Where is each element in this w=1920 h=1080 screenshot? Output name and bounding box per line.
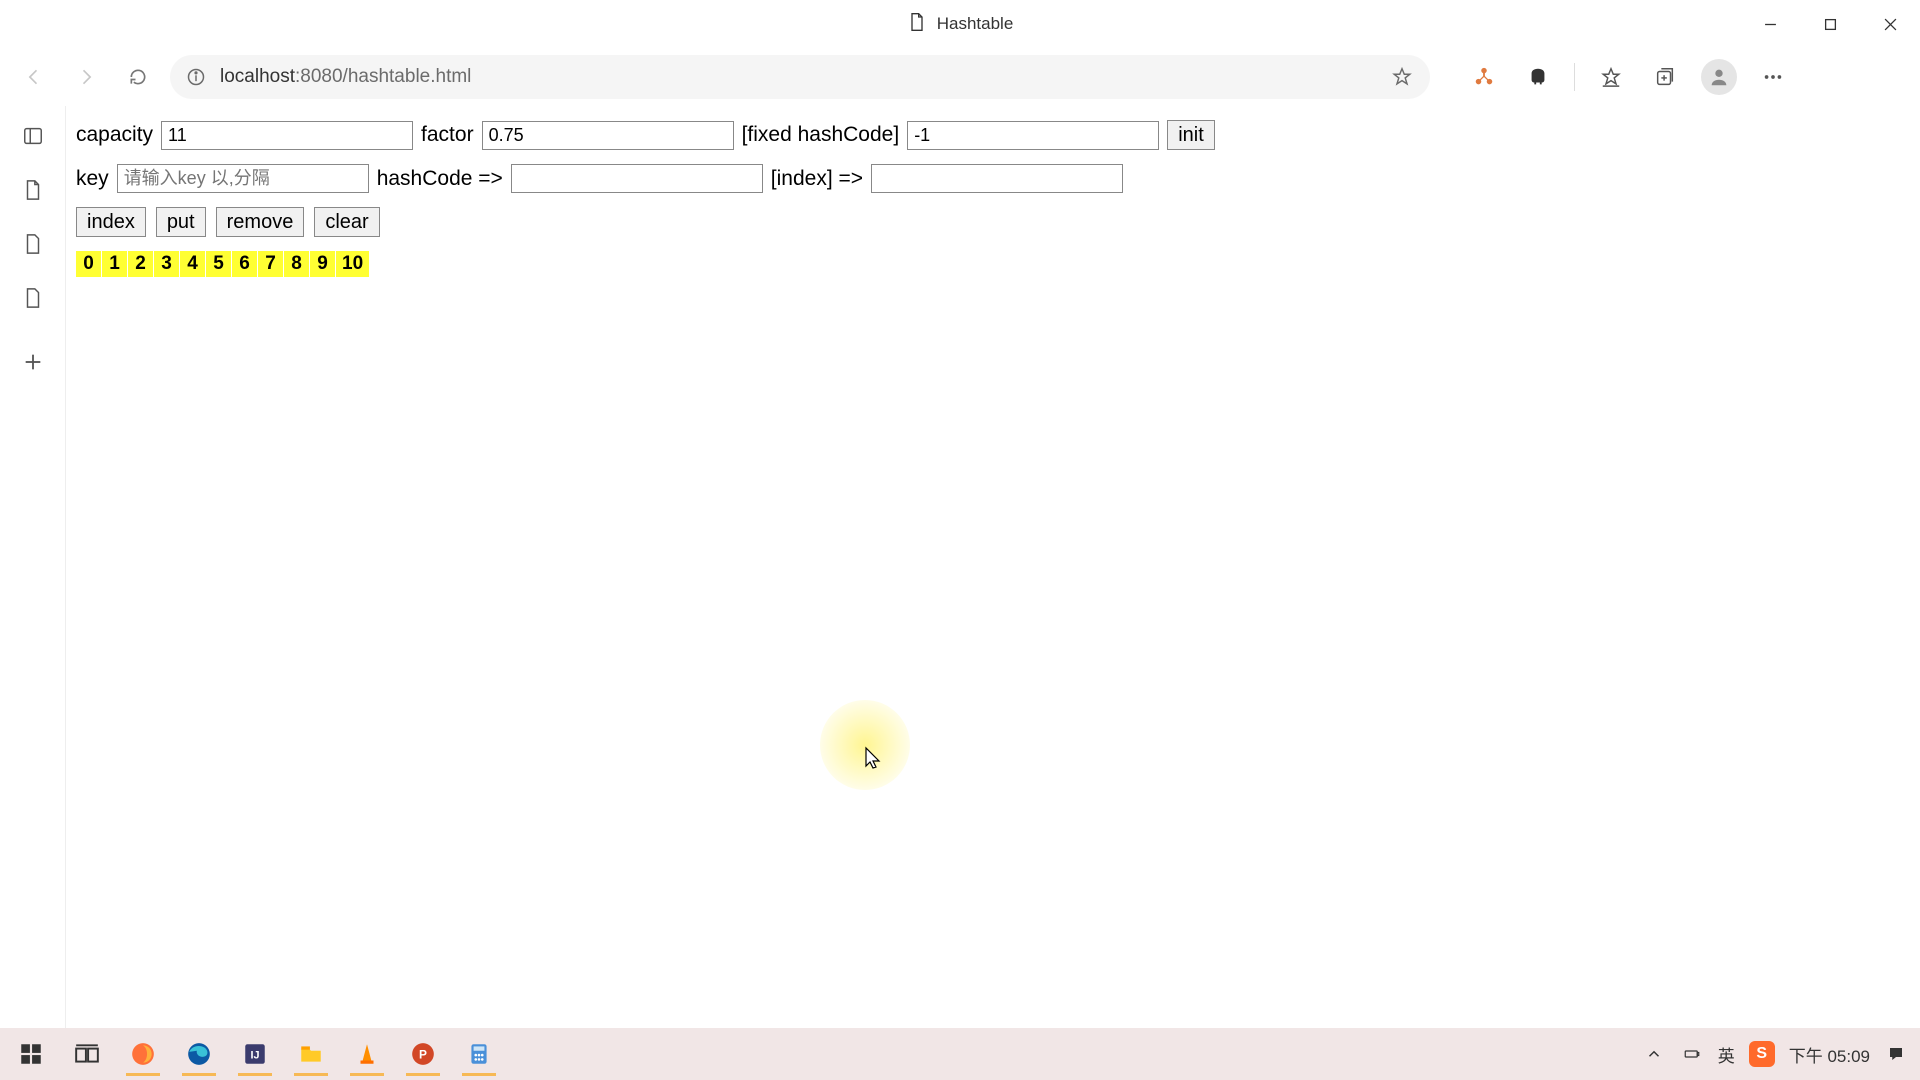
site-info-icon[interactable] (184, 65, 208, 89)
minimize-button[interactable] (1740, 0, 1800, 48)
key-label: key (76, 167, 109, 191)
svg-text:P: P (419, 1047, 427, 1061)
address-bar[interactable]: localhost:8080/hashtable.html (170, 55, 1430, 99)
tray-sogou-icon[interactable]: S (1749, 1041, 1775, 1067)
toolbar-separator (1574, 63, 1575, 91)
back-button[interactable] (14, 57, 54, 97)
clear-button[interactable]: clear (314, 207, 379, 237)
maximize-button[interactable] (1800, 0, 1860, 48)
window-title: Hashtable (937, 14, 1014, 34)
url-path: /hashtable.html (343, 66, 472, 87)
url-port: :8080 (295, 66, 343, 87)
sidebar-document-icon[interactable] (13, 170, 53, 210)
bucket-cell: 8 (284, 251, 310, 277)
browser-toolbar: localhost:8080/hashtable.html (0, 48, 1920, 106)
sidebar-tab-icon-2[interactable] (13, 278, 53, 318)
taskbar-ide-icon[interactable]: IJ (230, 1032, 280, 1076)
index-output-label: [index] => (771, 167, 863, 191)
taskbar-calculator-icon[interactable] (454, 1032, 504, 1076)
url-text: localhost:8080/hashtable.html (220, 66, 1376, 88)
profile-avatar[interactable] (1701, 59, 1737, 95)
collections-icon[interactable] (1647, 59, 1683, 95)
hashcode-output-label: hashCode => (377, 167, 503, 191)
bucket-cell: 5 (206, 251, 232, 277)
tray-clock[interactable]: 下午 05:09 (1789, 1042, 1870, 1067)
sidebar-panel-icon[interactable] (13, 116, 53, 156)
extension-elephant-icon[interactable] (1520, 59, 1556, 95)
svg-text:IJ: IJ (250, 1049, 259, 1061)
factor-label: factor (421, 123, 474, 147)
url-host: localhost (220, 66, 295, 87)
windows-taskbar: IJ P 英 S 下午 05:09 (0, 1028, 1920, 1080)
bucket-row: 0 1 2 3 4 5 6 7 8 9 10 (76, 251, 1910, 277)
capacity-input[interactable] (161, 121, 413, 150)
bucket-cell: 1 (102, 251, 128, 277)
tray-chevron-up-icon[interactable] (1642, 1042, 1666, 1066)
put-button[interactable]: put (156, 207, 206, 237)
window-titlebar: Hashtable (0, 0, 1920, 48)
document-icon (907, 12, 927, 37)
more-menu-icon[interactable] (1755, 59, 1791, 95)
bucket-cell: 6 (232, 251, 258, 277)
close-button[interactable] (1860, 0, 1920, 48)
sidebar-tab-icon[interactable] (13, 224, 53, 264)
bucket-cell: 3 (154, 251, 180, 277)
page-content: capacity factor [fixed hashCode] init ke… (66, 106, 1920, 1028)
extension-tree-icon[interactable] (1466, 59, 1502, 95)
bucket-cell: 4 (180, 251, 206, 277)
system-tray: 英 S 下午 05:09 (1642, 1041, 1914, 1067)
bucket-cell: 2 (128, 251, 154, 277)
index-output[interactable] (871, 164, 1123, 193)
tray-notification-icon[interactable] (1884, 1042, 1908, 1066)
hashcode-output[interactable] (511, 164, 763, 193)
new-tab-button[interactable] (13, 342, 53, 382)
bucket-cell: 9 (310, 251, 336, 277)
init-button[interactable]: init (1167, 120, 1215, 150)
reload-button[interactable] (118, 57, 158, 97)
vertical-tabs-sidebar (0, 106, 66, 1028)
fixed-hashcode-input[interactable] (907, 121, 1159, 150)
forward-button[interactable] (66, 57, 106, 97)
factor-input[interactable] (482, 121, 734, 150)
ime-indicator[interactable]: 英 (1718, 1042, 1735, 1067)
remove-button[interactable]: remove (216, 207, 305, 237)
capacity-label: capacity (76, 123, 153, 147)
taskbar-firefox-icon[interactable] (118, 1032, 168, 1076)
taskbar-vlc-icon[interactable] (342, 1032, 392, 1076)
bucket-cell: 10 (336, 251, 370, 277)
bucket-cell: 0 (76, 251, 102, 277)
tray-battery-icon[interactable] (1680, 1042, 1704, 1066)
key-input[interactable] (117, 164, 369, 193)
taskbar-explorer-icon[interactable] (286, 1032, 336, 1076)
bucket-cell: 7 (258, 251, 284, 277)
favorite-star-icon[interactable] (1388, 63, 1416, 91)
fixed-hashcode-label: [fixed hashCode] (742, 123, 900, 147)
favorites-icon[interactable] (1593, 59, 1629, 95)
taskbar-edge-icon[interactable] (174, 1032, 224, 1076)
task-view-button[interactable] (62, 1032, 112, 1076)
index-button[interactable]: index (76, 207, 146, 237)
start-button[interactable] (6, 1032, 56, 1076)
taskbar-powerpoint-icon[interactable]: P (398, 1032, 448, 1076)
